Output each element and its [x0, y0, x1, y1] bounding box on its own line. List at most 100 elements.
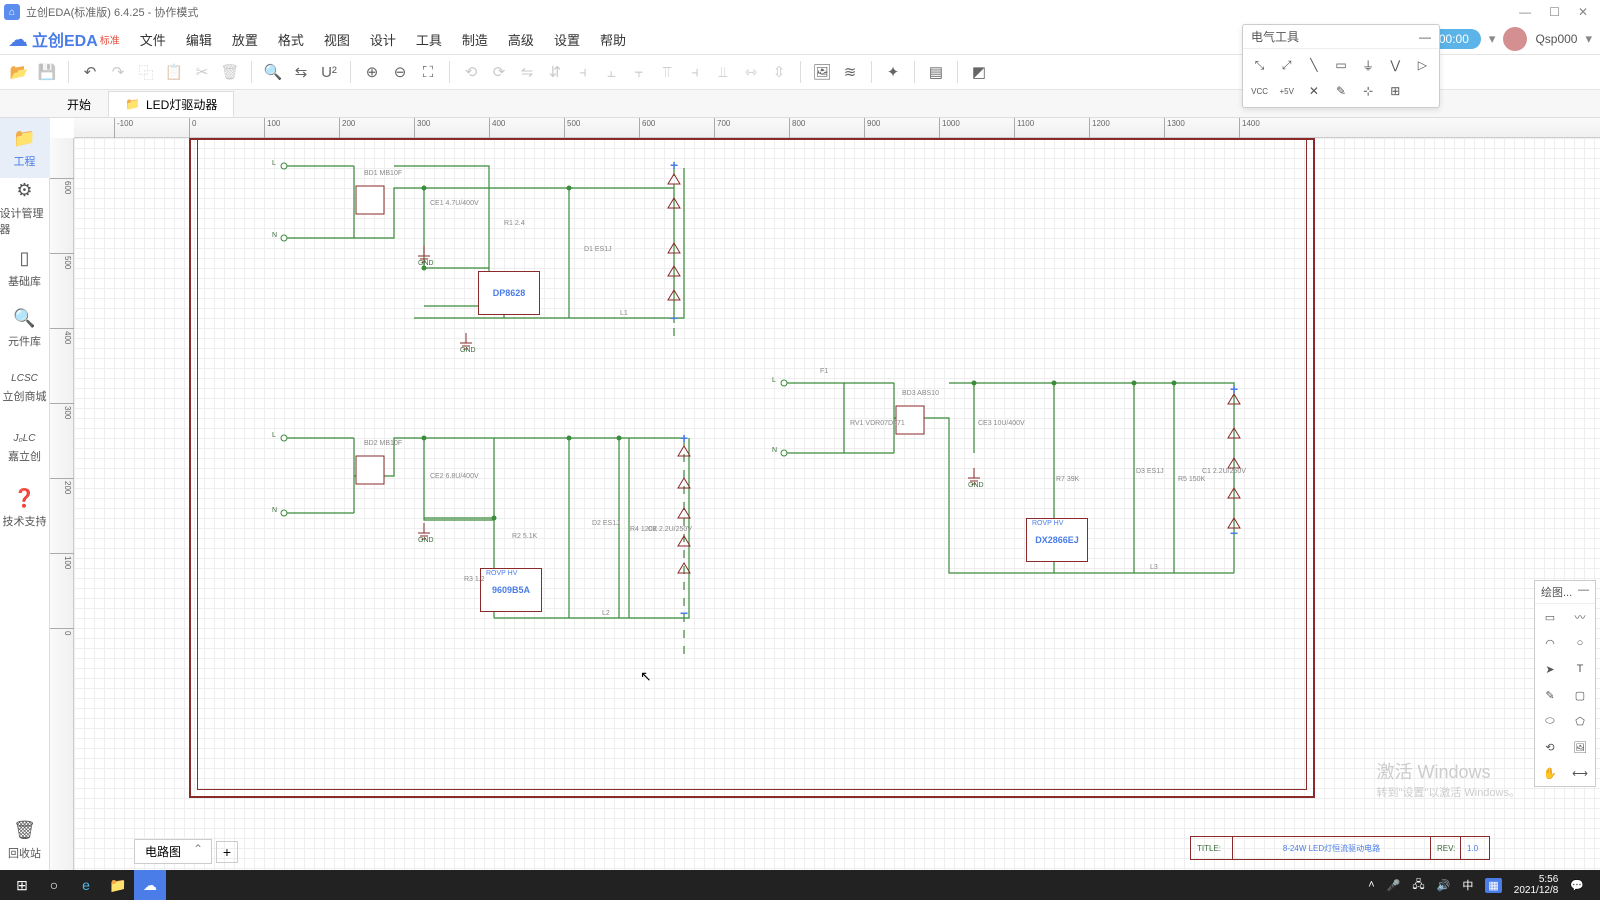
layers-icon[interactable]: ≋ [837, 59, 863, 85]
close-button[interactable]: ✕ [1578, 5, 1588, 19]
ground-tool-icon[interactable]: ⏚ [1356, 53, 1381, 77]
tray-mic-icon[interactable]: 🎤 [1387, 879, 1401, 892]
sidebar-support[interactable]: ❓技术支持 [0, 478, 50, 538]
unit-icon[interactable]: U² [316, 59, 342, 85]
redo-icon[interactable]: ↷ [105, 59, 131, 85]
zoom-out-icon[interactable]: ⊖ [387, 59, 413, 85]
back-tool-icon[interactable]: ⟲ [1535, 734, 1565, 760]
explorer-icon[interactable]: 📁 [102, 870, 134, 900]
noconnect-tool-icon[interactable]: ✕ [1301, 79, 1326, 103]
cortana-icon[interactable]: ○ [38, 870, 70, 900]
flip-h-icon[interactable]: ⇋ [514, 59, 540, 85]
arrow-tool-icon[interactable]: ➤ [1535, 656, 1565, 682]
rotate-right-icon[interactable]: ⟳ [486, 59, 512, 85]
align-right-icon[interactable]: ⫟ [626, 59, 652, 85]
sidebar-elem-lib[interactable]: 🔍元件库 [0, 298, 50, 358]
electrical-tools-panel[interactable]: 电气工具 — ⤡ ⤢ ╲ ▭ ⏚ ⋁ ▷ VCC +5V ✕ ✎ ⊹ ⊞ [1242, 24, 1440, 108]
distribute-h-icon[interactable]: ⇿ [738, 59, 764, 85]
image-tool-icon[interactable]: 🖼 [1565, 734, 1595, 760]
filter-icon[interactable]: ⇆ [288, 59, 314, 85]
tray-volume-icon[interactable]: 🔊 [1437, 879, 1451, 892]
tray-network-icon[interactable]: 🖧 [1412, 876, 1424, 895]
tray-chevron-icon[interactable]: ˄ [1368, 879, 1374, 891]
freeline-tool-icon[interactable]: 〰 [1565, 604, 1595, 630]
undo-icon[interactable]: ↶ [77, 59, 103, 85]
drawtools-min-icon[interactable]: — [1578, 584, 1589, 600]
sidebar-design-mgr[interactable]: ⚙设计管理器 [0, 178, 50, 238]
edge-icon[interactable]: e [70, 870, 102, 900]
menu-place[interactable]: 放置 [222, 26, 268, 53]
pencil-tool-icon[interactable]: ✎ [1535, 682, 1565, 708]
start-button[interactable]: ⊞ [6, 870, 38, 900]
timer-dropdown-icon[interactable]: ▾ [1489, 31, 1496, 47]
pan-tool-icon[interactable]: ✋ [1535, 760, 1565, 786]
image-icon[interactable]: 🖼 [809, 59, 835, 85]
vcc-tool-icon[interactable]: VCC [1247, 79, 1272, 103]
polygon-tool-icon[interactable]: ⬠ [1565, 708, 1595, 734]
menu-tools[interactable]: 工具 [406, 26, 452, 53]
export-icon[interactable]: ◩ [966, 59, 992, 85]
sidebar-project[interactable]: 📁工程 [0, 118, 50, 178]
menu-view[interactable]: 视图 [314, 26, 360, 53]
flip-v-icon[interactable]: ⇵ [542, 59, 568, 85]
align-bottom-icon[interactable]: ⫫ [710, 59, 736, 85]
rect2-tool-icon[interactable]: ▢ [1565, 682, 1595, 708]
sidebar-recycle[interactable]: 🗑回收站 [0, 810, 50, 870]
power-tool-icon[interactable]: ⋁ [1383, 53, 1408, 77]
menu-edit[interactable]: 编辑 [176, 26, 222, 53]
menu-file[interactable]: 文件 [130, 26, 176, 53]
sidebar-basic-lib[interactable]: ▯基础库 [0, 238, 50, 298]
sidebar-jlc[interactable]: J₀LC嘉立创 [0, 418, 50, 478]
panel-minimize-icon[interactable]: — [1419, 30, 1431, 44]
user-avatar[interactable] [1503, 27, 1527, 51]
delete-icon[interactable]: 🗑 [217, 59, 243, 85]
rect-tool-icon[interactable]: ▭ [1535, 604, 1565, 630]
sheet-add-button[interactable]: + [216, 841, 238, 863]
eda-taskbar-icon[interactable]: ☁ [134, 870, 166, 900]
save-icon[interactable]: 💾 [34, 59, 60, 85]
bus-tool-icon[interactable]: ⤢ [1274, 53, 1299, 77]
sidebar-lcsc[interactable]: LCSC立创商城 [0, 358, 50, 418]
tab-start[interactable]: 开始 [50, 91, 108, 117]
menu-help[interactable]: 帮助 [590, 26, 636, 53]
tray-app-icon[interactable]: ▦ [1485, 878, 1501, 893]
wire-tool-icon[interactable]: ⤡ [1247, 53, 1272, 77]
schematic-canvas[interactable]: +− +− +− DP8628 9609B5A DX2866EJ BD1 MB1… [74, 138, 1600, 870]
menu-format[interactable]: 格式 [268, 26, 314, 53]
port-tool-icon[interactable]: ▷ [1410, 53, 1435, 77]
align-middle-icon[interactable]: ⫞ [682, 59, 708, 85]
ellipse-tool-icon[interactable]: ⬭ [1535, 708, 1565, 734]
menu-advanced[interactable]: 高级 [498, 26, 544, 53]
cut-icon[interactable]: ✂ [189, 59, 215, 85]
tab-led-driver[interactable]: 📁 LED灯驱动器 [108, 91, 234, 117]
maximize-button[interactable]: ☐ [1549, 5, 1560, 19]
zoom-in-icon[interactable]: ⊕ [359, 59, 385, 85]
circle-tool-icon[interactable]: ○ [1565, 630, 1595, 656]
text-tool-icon[interactable]: T [1565, 656, 1595, 682]
netlabel-tool-icon[interactable]: ▭ [1328, 53, 1353, 77]
align-top-icon[interactable]: ⫪ [654, 59, 680, 85]
line-tool-icon[interactable]: ╲ [1301, 53, 1326, 77]
paste-icon[interactable]: 📋 [161, 59, 187, 85]
menu-manufacture[interactable]: 制造 [452, 26, 498, 53]
junction-tool-icon[interactable]: ⊹ [1356, 79, 1381, 103]
user-dropdown-icon[interactable]: ▾ [1585, 31, 1592, 47]
align-center-icon[interactable]: ⫠ [598, 59, 624, 85]
user-name[interactable]: Qsp000 [1535, 32, 1577, 46]
rotate-left-icon[interactable]: ⟲ [458, 59, 484, 85]
distribute-v-icon[interactable]: ⇳ [766, 59, 792, 85]
align-left-icon[interactable]: ⫞ [570, 59, 596, 85]
copy-icon[interactable]: ⿻ [133, 59, 159, 85]
minimize-button[interactable]: — [1519, 5, 1531, 19]
array-tool-icon[interactable]: ⊞ [1383, 79, 1408, 103]
arc-tool-icon[interactable]: ◠ [1535, 630, 1565, 656]
notifications-icon[interactable]: 💬 [1570, 879, 1584, 892]
sheet-dropdown[interactable]: 电路图 [134, 839, 212, 864]
open-icon[interactable]: 📂 [6, 59, 32, 85]
chip-dp8628[interactable]: DP8628 [478, 271, 540, 315]
doc-icon[interactable]: ▤ [923, 59, 949, 85]
taskbar-clock[interactable]: 5:562021/12/8 [1514, 874, 1559, 896]
probe-tool-icon[interactable]: ✎ [1328, 79, 1353, 103]
measure-tool-icon[interactable]: ⟷ [1565, 760, 1595, 786]
5v-tool-icon[interactable]: +5V [1274, 79, 1299, 103]
